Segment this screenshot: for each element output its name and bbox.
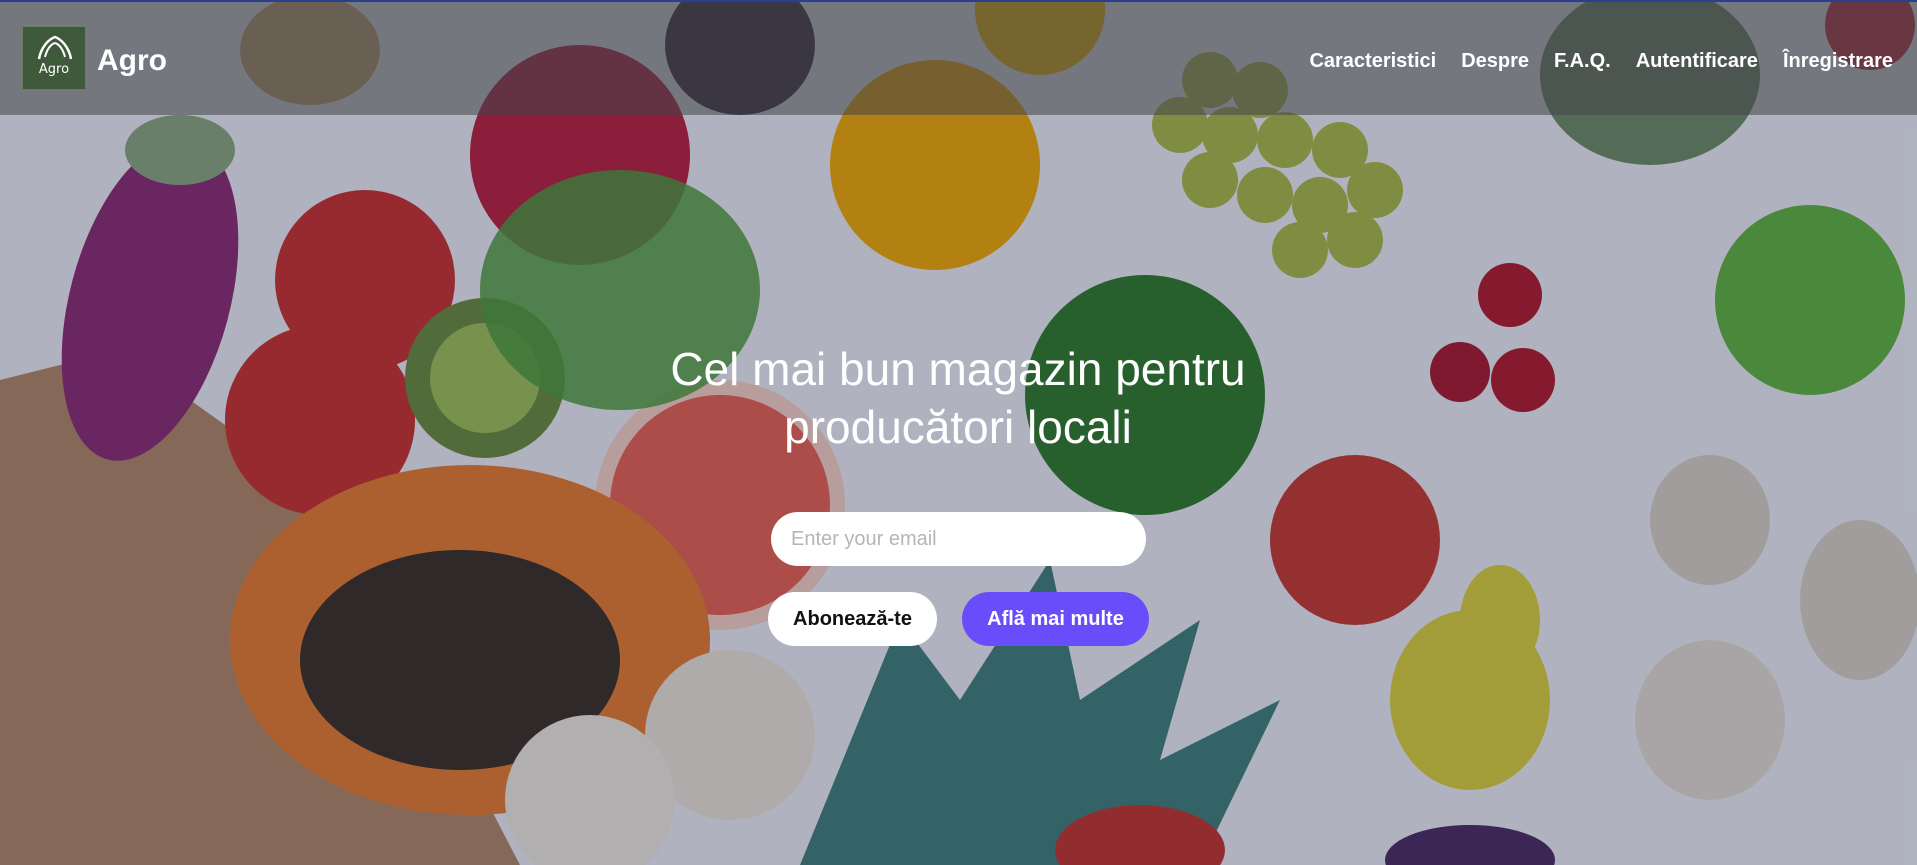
- nav-link-caracteristici[interactable]: Caracteristici: [1309, 50, 1436, 73]
- nav-link-inregistrare[interactable]: Înregistrare: [1783, 50, 1893, 73]
- nav-link-autentificare[interactable]: Autentificare: [1636, 50, 1758, 73]
- nav-link-faq[interactable]: F.A.Q.: [1554, 50, 1611, 73]
- email-input[interactable]: [771, 512, 1146, 566]
- learn-more-button[interactable]: Află mai multe: [962, 592, 1149, 646]
- logo-text: Agro: [38, 62, 70, 77]
- logo[interactable]: Agro: [22, 26, 86, 90]
- subscribe-button[interactable]: Abonează-te: [768, 592, 937, 646]
- hero-title: Cel mai bun magazin pentru producători l…: [558, 340, 1358, 456]
- wheat-logo-icon: [37, 35, 73, 60]
- hero-title-line-1: Cel mai bun magazin pentru: [670, 343, 1246, 395]
- navbar: Agro Agro Caracteristici Despre F.A.Q. A…: [0, 2, 1917, 115]
- brand-name[interactable]: Agro: [97, 44, 167, 78]
- hero-title-line-2: producători locali: [784, 401, 1132, 453]
- nav-menu: Caracteristici Despre F.A.Q. Autentifica…: [1309, 50, 1893, 73]
- nav-link-despre[interactable]: Despre: [1461, 50, 1529, 73]
- landing-page: Agro Agro Caracteristici Despre F.A.Q. A…: [0, 0, 1917, 865]
